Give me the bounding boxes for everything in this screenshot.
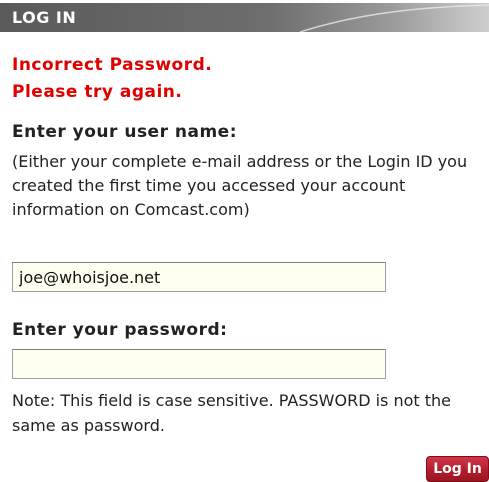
password-input[interactable] bbox=[12, 349, 386, 379]
error-line-1: Incorrect Password. bbox=[12, 55, 213, 75]
password-note: Note: This field is case sensitive. PASS… bbox=[12, 391, 452, 435]
username-input[interactable] bbox=[12, 262, 386, 292]
header-swoosh-decoration bbox=[300, 4, 489, 32]
username-help-text: (Either your complete e-mail address or … bbox=[12, 152, 468, 219]
error-line-2: Please try again. bbox=[12, 82, 183, 102]
username-label: Enter your user name: bbox=[12, 122, 238, 142]
login-header-title: LOG IN bbox=[12, 8, 77, 27]
login-panel: LOG IN Incorrect Password. Please try ag… bbox=[0, 0, 489, 482]
error-message: Incorrect Password. Please try again. bbox=[12, 52, 212, 106]
password-label: Enter your password: bbox=[12, 320, 228, 340]
login-button[interactable]: Log In bbox=[426, 456, 489, 482]
login-header: LOG IN bbox=[0, 3, 489, 32]
